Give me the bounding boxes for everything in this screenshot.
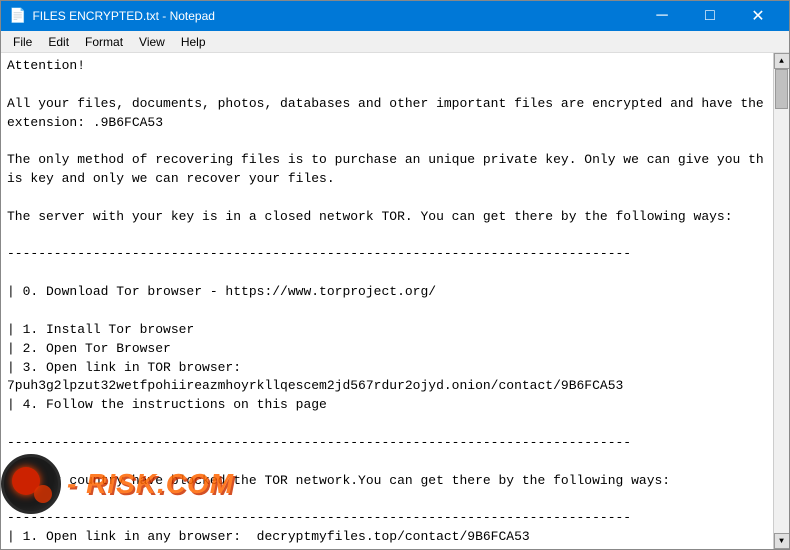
notepad-window: 📄 FILES ENCRYPTED.txt - Notepad ─ □ ✕ Fi… <box>0 0 790 550</box>
content-wrapper: - RISK.COM <box>1 53 773 549</box>
scroll-down-button[interactable]: ▼ <box>774 533 790 549</box>
scroll-thumb[interactable] <box>775 69 788 109</box>
scroll-track[interactable] <box>774 69 789 533</box>
window-title: FILES ENCRYPTED.txt - Notepad <box>32 9 215 23</box>
scroll-up-button[interactable]: ▲ <box>774 53 790 69</box>
close-button[interactable]: ✕ <box>735 1 781 31</box>
menu-edit[interactable]: Edit <box>40 33 77 51</box>
content-area: - RISK.COM ▲ ▼ <box>1 53 789 549</box>
window-controls: ─ □ ✕ <box>639 1 781 31</box>
menu-file[interactable]: File <box>5 33 40 51</box>
menu-bar: File Edit Format View Help <box>1 31 789 53</box>
title-bar-left: 📄 FILES ENCRYPTED.txt - Notepad <box>9 8 215 25</box>
menu-view[interactable]: View <box>131 33 173 51</box>
title-bar: 📄 FILES ENCRYPTED.txt - Notepad ─ □ ✕ <box>1 1 789 31</box>
menu-format[interactable]: Format <box>77 33 131 51</box>
minimize-button[interactable]: ─ <box>639 1 685 31</box>
vertical-scrollbar: ▲ ▼ <box>773 53 789 549</box>
app-icon: 📄 <box>9 8 26 25</box>
menu-help[interactable]: Help <box>173 33 214 51</box>
text-content[interactable] <box>1 53 773 549</box>
maximize-button[interactable]: □ <box>687 1 733 31</box>
